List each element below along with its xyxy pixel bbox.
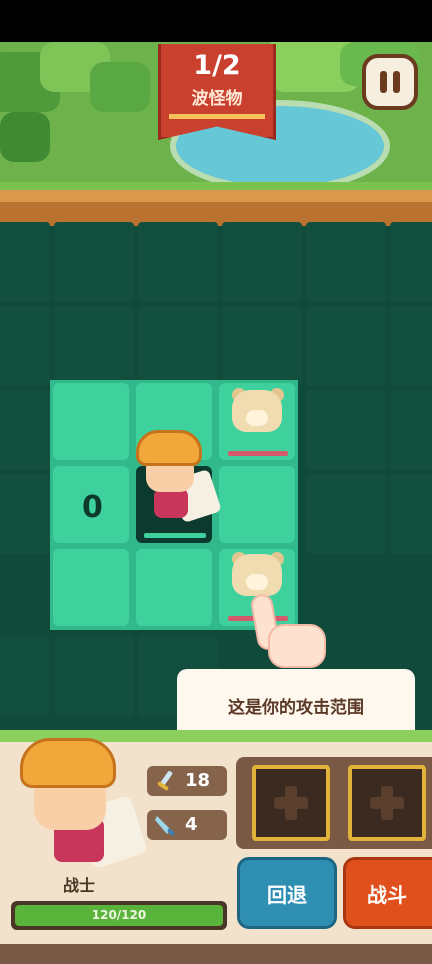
status-strip: [0, 0, 432, 42]
board-tile[interactable]: [53, 549, 129, 626]
board-tile[interactable]: [219, 466, 295, 543]
hero-health-fill: 120/120: [15, 905, 223, 926]
wave-label: 波怪物: [191, 89, 243, 109]
range-value: 0: [82, 490, 103, 525]
enemy-health-bar: [228, 451, 288, 456]
skill-slots: [236, 757, 432, 849]
game-screen: 1/2 波怪物 0 这是你的攻击范围 战士 120/120 18 4 回退 战斗: [0, 0, 432, 964]
board-tile[interactable]: [53, 383, 129, 460]
hero-health-bar: 120/120: [11, 901, 227, 930]
board-tile[interactable]: [136, 549, 212, 626]
fight-button[interactable]: 战斗: [343, 857, 432, 929]
plus-icon: [370, 786, 404, 820]
attack-stat: 18: [147, 766, 227, 796]
wave-banner: 1/2 波怪物: [158, 44, 276, 140]
defense-stat: 4: [147, 810, 227, 840]
dagger-icon: [155, 816, 175, 836]
hero-health-text: 120/120: [91, 908, 147, 922]
attack-value: 18: [185, 770, 211, 791]
bottom-strip: [0, 944, 432, 964]
wave-count: 1/2: [193, 50, 241, 81]
hero-board-health-bar: [144, 533, 206, 538]
skill-slot[interactable]: [252, 765, 330, 841]
pause-icon: [377, 71, 403, 93]
tooltip-text: 这是你的攻击范围: [228, 698, 364, 718]
hero-class-name: 战士: [62, 876, 95, 895]
defense-value: 4: [185, 814, 198, 835]
hero-portrait[interactable]: [14, 722, 152, 872]
skill-slot[interactable]: [348, 765, 426, 841]
pause-button[interactable]: [362, 54, 418, 110]
enemy-bear[interactable]: [226, 388, 288, 444]
tutorial-hand-icon: [244, 592, 330, 674]
sword-icon: [157, 771, 173, 791]
hero-warrior[interactable]: [132, 424, 224, 530]
undo-button[interactable]: 回退: [237, 857, 337, 929]
plus-icon: [274, 786, 308, 820]
